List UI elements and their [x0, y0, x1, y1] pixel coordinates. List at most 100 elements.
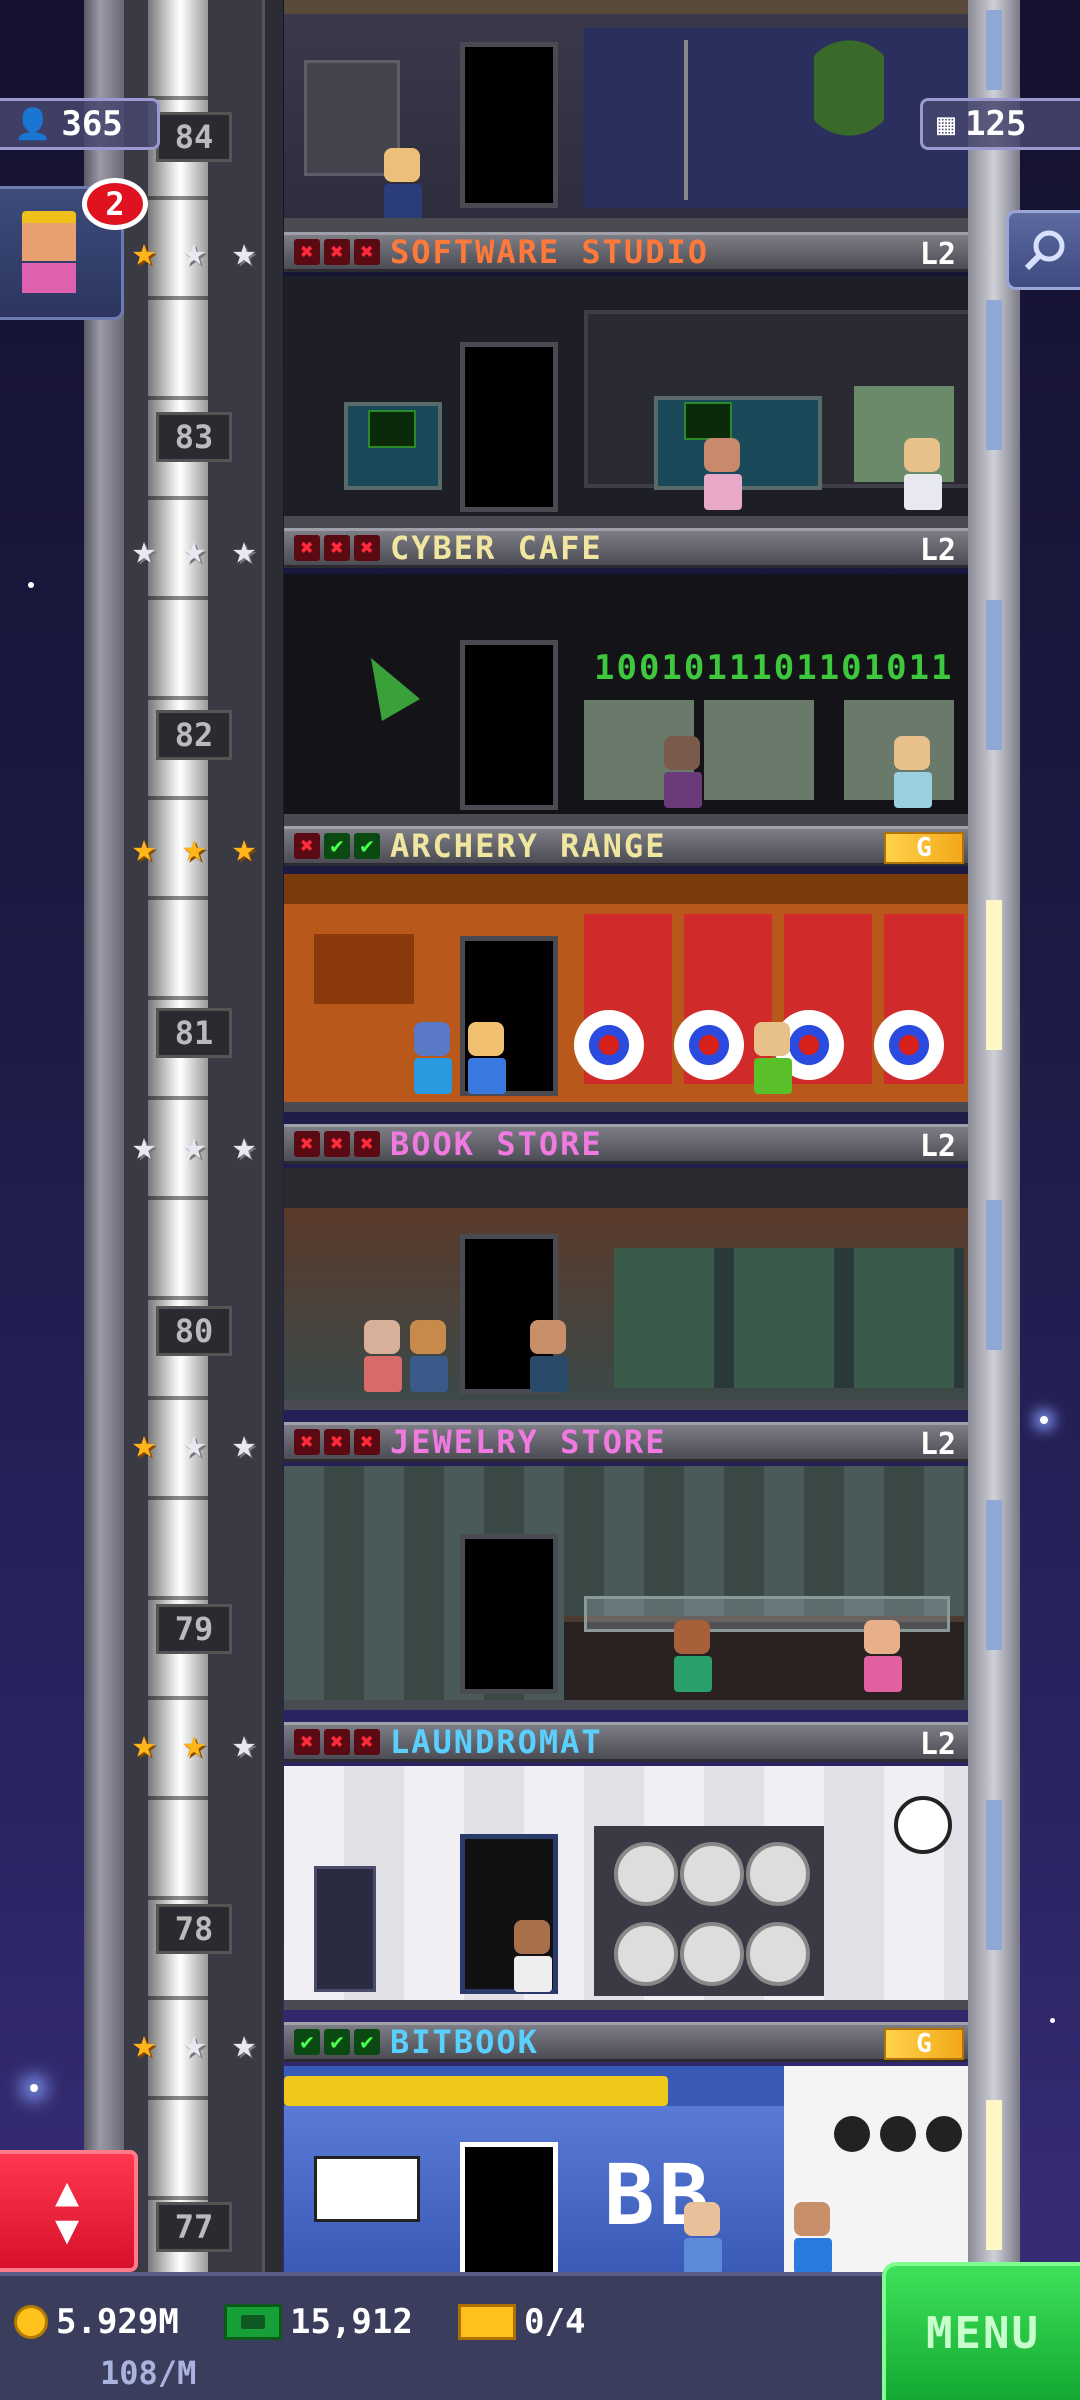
floor-label-84[interactable]: ✖ ✖ ✖ SOFTWARE STUDIO L2 — [284, 232, 968, 272]
bux-icon — [224, 2304, 282, 2340]
floor-stars-79: ★ ★ ★ — [122, 1722, 266, 1766]
x-icon: ✖ — [294, 535, 320, 561]
floor-label-81[interactable]: ✖ ✖ ✖ BOOK STORE L2 — [284, 1124, 968, 1164]
coins-value: 5.929M — [56, 2302, 179, 2342]
floor-level: L2 — [919, 237, 956, 272]
tower-window — [986, 300, 1002, 450]
star-icon: ★ — [231, 1123, 257, 1169]
resident — [754, 1022, 792, 1094]
binary-text: 1001011101101011 — [594, 648, 954, 688]
door — [460, 1534, 558, 1694]
room-laundromat[interactable] — [284, 1466, 968, 1710]
requirement-marks: ✖ ✖ ✖ — [294, 535, 380, 561]
floors-value: 125 — [965, 104, 1027, 144]
resident-avatar — [22, 211, 76, 301]
star-icon: ★ — [181, 1721, 207, 1767]
sky-star — [30, 2084, 38, 2092]
floor-name: BITBOOK — [390, 2023, 539, 2061]
star-icon: ★ — [181, 2021, 207, 2067]
room-software-studio[interactable] — [284, 0, 968, 232]
resident — [704, 438, 742, 510]
coin-icon — [14, 2305, 48, 2339]
room-jewelry-store[interactable] — [284, 1168, 968, 1410]
x-icon: ✖ — [294, 1131, 320, 1157]
star-icon: ★ — [131, 1123, 157, 1169]
resident — [904, 438, 942, 510]
coins-display[interactable]: 5.929M — [14, 2302, 179, 2342]
resident — [364, 1320, 402, 1392]
tickets-value: 0/4 — [524, 2302, 586, 2342]
room-77[interactable]: BB — [284, 2066, 968, 2272]
gold-level-badge: G — [884, 2028, 964, 2060]
resident — [384, 148, 422, 220]
resident — [864, 1620, 902, 1692]
x-icon: ✖ — [324, 239, 350, 265]
tower-window — [986, 1500, 1002, 1650]
notification-badge[interactable]: 2 — [82, 178, 148, 230]
requirement-marks: ✖ ✖ ✖ — [294, 1729, 380, 1755]
x-icon: ✖ — [324, 1729, 350, 1755]
floor-level: L2 — [919, 1129, 956, 1164]
star-icon: ★ — [231, 229, 257, 275]
room-book-store[interactable] — [284, 874, 968, 1112]
resident — [684, 2202, 722, 2272]
floors-counter[interactable]: ▦ 125 — [920, 98, 1080, 150]
search-button[interactable] — [1006, 210, 1080, 290]
elevator-button[interactable]: ▲ ▼ — [0, 2150, 138, 2272]
room-bitbook[interactable] — [284, 1766, 968, 2010]
floor-label-83[interactable]: ✖ ✖ ✖ CYBER CAFE L2 — [284, 528, 968, 568]
floor-number: 78 — [156, 1904, 232, 1954]
star-icon: ★ — [231, 1421, 257, 1467]
star-icon: ★ — [181, 1123, 207, 1169]
requirement-marks: ✖ ✖ ✖ — [294, 1131, 380, 1157]
floor-number: 79 — [156, 1604, 232, 1654]
star-icon: ★ — [131, 1421, 157, 1467]
floor-stars-84: ★ ★ ★ — [122, 230, 266, 274]
door — [460, 2142, 558, 2272]
x-icon: ✖ — [354, 1729, 380, 1755]
clock-icon — [894, 1796, 952, 1854]
check-icon: ✔ — [354, 833, 380, 859]
floor-stars-83: ★ ★ ★ — [122, 528, 266, 572]
room-archery-range[interactable]: 1001011101101011 — [284, 574, 968, 826]
check-icon: ✔ — [324, 2029, 350, 2055]
up-arrow-icon: ▲ — [54, 2169, 80, 2215]
magnifier-icon — [1024, 230, 1064, 271]
person-icon: 👤 — [14, 106, 52, 142]
requirement-marks: ✖ ✔ ✔ — [294, 833, 380, 859]
door — [460, 640, 558, 810]
tower-window — [986, 1200, 1002, 1350]
tower-left-wall — [84, 0, 124, 2272]
star-icon: ★ — [131, 825, 157, 871]
requirement-marks: ✖ ✖ ✖ — [294, 1429, 380, 1455]
check-icon: ✔ — [354, 2029, 380, 2055]
star-icon: ★ — [231, 1721, 257, 1767]
sky-star — [28, 582, 34, 588]
bux-display[interactable]: 15,912 — [224, 2302, 413, 2342]
x-icon: ✖ — [294, 239, 320, 265]
floor-level: L2 — [919, 533, 956, 568]
floor-label-80[interactable]: ✖ ✖ ✖ JEWELRY STORE L2 — [284, 1422, 968, 1462]
room-cyber-cafe[interactable] — [284, 276, 968, 528]
floor-label-78[interactable]: ✔ ✔ ✔ BITBOOK G — [284, 2022, 968, 2062]
star-icon: ★ — [181, 527, 207, 573]
population-counter[interactable]: 👤 365 — [0, 98, 160, 150]
floor-number: 82 — [156, 710, 232, 760]
door — [460, 42, 558, 208]
x-icon: ✖ — [294, 1729, 320, 1755]
tower-window — [986, 2100, 1002, 2250]
sky-star — [1050, 2018, 1055, 2023]
x-icon: ✖ — [354, 535, 380, 561]
menu-button[interactable]: MENU — [882, 2262, 1080, 2400]
floor-label-82[interactable]: ✖ ✔ ✔ ARCHERY RANGE G — [284, 826, 968, 866]
resident — [894, 736, 932, 808]
tower-window — [986, 10, 1002, 90]
bux-value: 15,912 — [290, 2302, 413, 2342]
star-icon: ★ — [231, 2021, 257, 2067]
tickets-display[interactable]: 0/4 — [458, 2302, 585, 2342]
floor-name: BOOK STORE — [390, 1125, 603, 1163]
x-icon: ✖ — [294, 833, 320, 859]
floor-label-79[interactable]: ✖ ✖ ✖ LAUNDROMAT L2 — [284, 1722, 968, 1762]
floor-name: JEWELRY STORE — [390, 1423, 667, 1461]
resident — [530, 1320, 568, 1392]
